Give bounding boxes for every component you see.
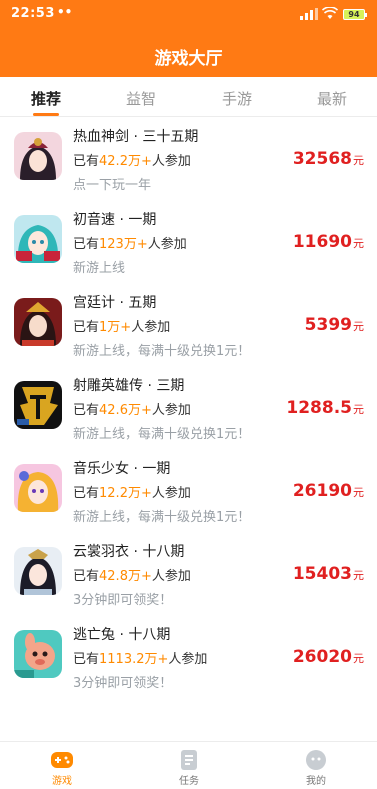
game-name: 热血神剑 · 三十五期 [73,129,199,145]
game-desc: 新游上线，每满十级兑换1元！ [73,427,251,442]
game-players: 已有1113.2万+人参加 [73,652,208,667]
nav-label: 游戏 [52,776,72,787]
game-name: 宫廷计 · 五期 [73,295,157,311]
game-row[interactable]: 音乐少女 · 一期 已有12.2万+人参加 新游上线，每满十级兑换1元！ 261… [0,450,377,533]
tab-puzzle[interactable]: 益智 [111,88,171,109]
game-name: 音乐少女 · 一期 [73,461,171,477]
top-bar: 22:53 •• 94 游戏大厅 [0,0,377,77]
task-icon [181,750,197,770]
tab-latest[interactable]: 最新 [302,88,362,109]
players-count: 42.2万+ [99,154,152,169]
game-players: 已有123万+人参加 [73,237,187,252]
game-desc: 新游上线，每满十级兑换1元！ [73,344,251,359]
game-row[interactable]: 宫廷计 · 五期 已有1万+人参加 新游上线，每满十级兑换1元！ 5399元 [0,284,377,367]
game-icon-yinyue [14,464,62,512]
game-name: 初音速 · 一期 [73,212,157,228]
game-icon-taowangtu [14,630,62,678]
tab-recommend[interactable]: 推荐 [16,88,76,109]
players-count: 42.6万+ [99,403,152,418]
prize-pool: 26020元 [292,647,364,667]
nav-games[interactable]: 游戏 [22,742,102,789]
nav-profile[interactable]: 我的 [276,742,356,789]
game-icon-gongting [14,298,62,346]
game-name: 逃亡兔 · 十八期 [73,627,171,643]
status-time: 22:53 [11,6,55,21]
players-count: 1万+ [99,320,132,335]
game-players: 已有42.8万+人参加 [73,569,191,584]
page-title: 游戏大厅 [154,49,223,69]
notification-dots: •• [57,5,73,19]
prize-pool: 15403元 [292,564,364,584]
players-count: 123万+ [99,237,148,252]
nav-label: 任务 [179,776,199,787]
game-row[interactable]: 初音速 · 一期 已有123万+人参加 新游上线 11690元 [0,201,377,284]
game-row[interactable]: 热血神剑 · 三十五期 已有42.2万+人参加 点一下玩一年 32568元 [0,118,377,201]
nav-tasks[interactable]: 任务 [149,742,229,789]
game-name: 射雕英雄传 · 三期 [73,378,185,394]
battery-icon: 94 [343,9,367,20]
nav-label: 我的 [306,776,326,787]
gamepad-icon [51,752,73,768]
game-row[interactable]: 逃亡兔 · 十八期 已有1113.2万+人参加 3分钟即可领奖！ 26020元 [0,616,377,699]
game-players: 已有1万+人参加 [73,320,171,335]
status-bar: 22:53 •• 94 [0,0,377,28]
profile-icon [306,750,326,770]
wifi-icon [322,7,338,19]
game-desc: 3分钟即可领奖！ [73,676,173,691]
game-name: 云裳羽衣 · 十八期 [73,544,185,560]
signal-icon [300,8,318,20]
game-icon-shediao [14,381,62,429]
prize-pool: 5399元 [304,315,364,335]
prize-pool: 1288.5元 [286,398,364,418]
bottom-nav: 游戏 任务 我的 [0,741,377,789]
game-row[interactable]: 射雕英雄传 · 三期 已有42.6万+人参加 新游上线，每满十级兑换1元！ 12… [0,367,377,450]
game-players: 已有42.2万+人参加 [73,154,191,169]
prize-pool: 26190元 [292,481,364,501]
prize-pool: 32568元 [292,149,364,169]
prize-amount: 32568 [292,149,352,169]
prize-amount: 1288.5 [286,398,352,418]
game-icon-chuyin [14,215,62,263]
game-players: 已有42.6万+人参加 [73,403,191,418]
prize-amount: 11690 [292,232,352,252]
game-desc: 新游上线 [73,261,126,276]
tab-mobile-games[interactable]: 手游 [207,88,267,109]
prize-amount: 26190 [292,481,352,501]
game-desc: 点一下玩一年 [73,178,152,193]
active-tab-indicator [33,113,59,116]
game-desc: 3分钟即可领奖！ [73,593,173,608]
game-row[interactable]: 云裳羽衣 · 十八期 已有42.8万+人参加 3分钟即可领奖！ 15403元 [0,533,377,616]
category-tabs: 推荐 益智 手游 最新 [0,77,377,117]
game-icon-yunshang [14,547,62,595]
game-icon-rexue [14,132,62,180]
prize-pool: 11690元 [292,232,364,252]
players-count: 42.8万+ [99,569,152,584]
game-desc: 新游上线，每满十级兑换1元！ [73,510,251,525]
prize-amount: 5399 [304,315,352,335]
players-count: 1113.2万+ [99,652,169,667]
prize-amount: 26020 [292,647,352,667]
prize-amount: 15403 [292,564,352,584]
game-players: 已有12.2万+人参加 [73,486,191,501]
players-count: 12.2万+ [99,486,152,501]
